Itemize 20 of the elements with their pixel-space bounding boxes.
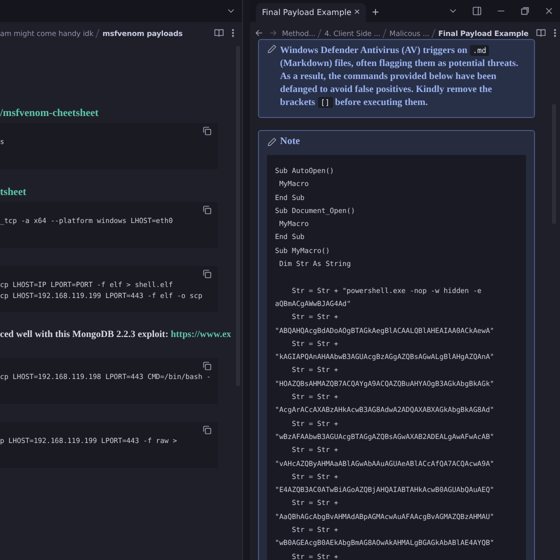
copy-icon[interactable] xyxy=(202,269,212,279)
restore-icon[interactable] xyxy=(520,6,530,16)
copy-icon[interactable] xyxy=(202,205,212,215)
heading-link[interactable]: tsheet xyxy=(0,187,218,198)
pencil-icon xyxy=(267,136,277,146)
note-title: Note xyxy=(280,136,300,147)
copy-icon[interactable] xyxy=(202,361,212,371)
copy-icon[interactable] xyxy=(202,425,212,435)
url-link[interactable]: https://www.ex xyxy=(170,330,232,340)
book-icon[interactable] xyxy=(214,28,224,38)
copy-icon[interactable] xyxy=(202,126,212,136)
heading-link[interactable]: /msfvenom-cheetsheet xyxy=(0,108,218,119)
new-tab-button[interactable]: + xyxy=(372,5,380,22)
close-icon[interactable] xyxy=(544,6,554,16)
tab[interactable]: Final Payload Example × xyxy=(256,3,366,22)
sidebar-icon[interactable] xyxy=(472,6,482,16)
book-icon[interactable] xyxy=(536,28,546,38)
close-tab-button[interactable]: × xyxy=(354,7,360,18)
pencil-icon xyxy=(267,44,277,54)
back-arrow-icon[interactable] xyxy=(254,28,264,38)
